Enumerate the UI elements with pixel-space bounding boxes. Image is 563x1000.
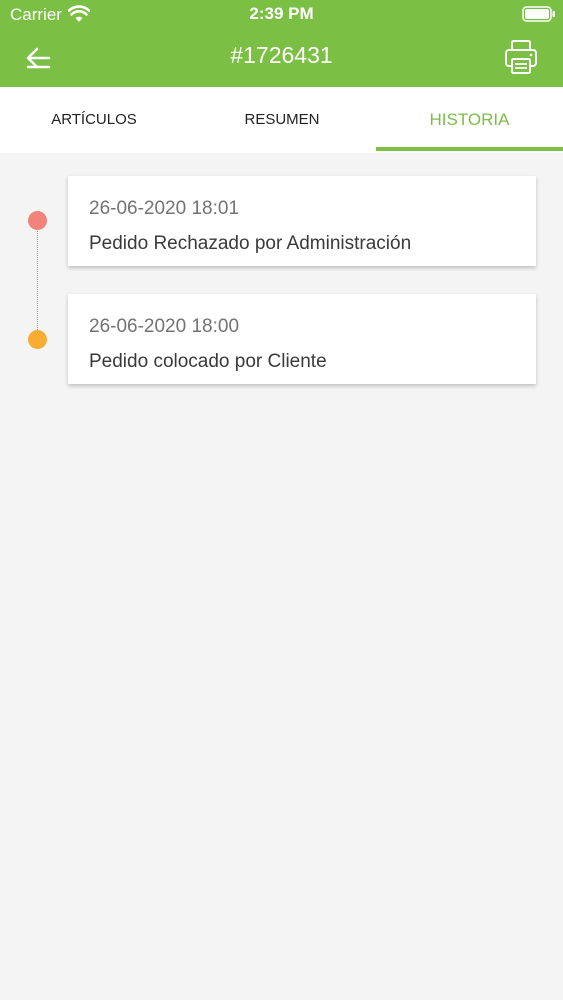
tab-bar: ARTÍCULOS RESUMEN HISTORIA — [0, 87, 563, 153]
timeline-connector — [37, 222, 38, 338]
tab-articulos[interactable]: ARTÍCULOS — [0, 87, 188, 153]
page-title: #1726431 — [230, 42, 333, 68]
history-card: 26-06-2020 18:00 Pedido colocado por Cli… — [68, 294, 536, 384]
timeline-dot — [28, 211, 47, 230]
history-description: Pedido Rechazado por Administración — [89, 233, 412, 254]
history-date: 26-06-2020 18:00 — [89, 316, 240, 337]
print-button[interactable] — [500, 38, 542, 78]
tab-historia[interactable]: HISTORIA — [376, 87, 563, 153]
battery-icon — [522, 6, 555, 22]
history-date: 26-06-2020 18:01 — [89, 198, 240, 219]
nav-bar: #1726431 — [0, 30, 563, 87]
printer-icon — [505, 40, 537, 74]
history-card: 26-06-2020 18:01 Pedido Rechazado por Ad… — [68, 176, 536, 266]
timeline-dot — [28, 330, 47, 349]
tab-resumen[interactable]: RESUMEN — [188, 87, 376, 153]
status-time: 2:39 PM — [249, 4, 314, 23]
app-header: Carrier 2:39 PM #1726431 — [0, 0, 563, 87]
active-tab-indicator — [376, 147, 563, 151]
status-bar: Carrier 2:39 PM — [0, 0, 563, 30]
history-description: Pedido colocado por Cliente — [89, 351, 327, 372]
